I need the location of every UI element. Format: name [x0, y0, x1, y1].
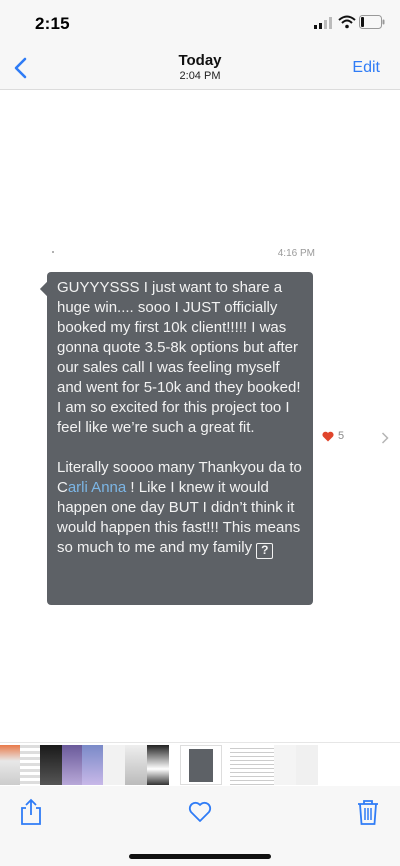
cell-signal-icon	[314, 17, 332, 29]
mention-link: arli Anna	[67, 479, 127, 496]
thumbnail[interactable]	[274, 745, 296, 785]
thumbnail[interactable]	[125, 745, 147, 785]
thumbnail[interactable]	[0, 745, 20, 785]
unsupported-emoji: ?	[256, 543, 274, 559]
thumbnail[interactable]	[103, 745, 125, 785]
home-indicator	[129, 854, 271, 859]
thumbnail[interactable]	[20, 745, 40, 785]
thumbnail-strip[interactable]	[0, 742, 400, 786]
reaction-heart-icon	[322, 431, 334, 441]
thumbnail[interactable]	[147, 745, 169, 785]
edit-button[interactable]: Edit	[352, 59, 380, 77]
thumbnail[interactable]	[296, 745, 318, 785]
thumbnail[interactable]	[82, 745, 103, 785]
reaction-count: 5	[338, 430, 345, 442]
chevron-right-icon	[381, 432, 389, 444]
message-timestamp: 4:16 PM	[277, 248, 315, 259]
avatar-dot	[52, 251, 54, 253]
heart-icon[interactable]	[187, 798, 213, 826]
thumbnail[interactable]	[40, 745, 62, 785]
wifi-icon	[338, 15, 356, 29]
nav-title: Today	[178, 52, 222, 69]
thumbnail[interactable]	[62, 745, 82, 785]
trash-icon[interactable]	[355, 798, 381, 826]
message-text: GUYYYSSS I just want to share a huge win…	[57, 278, 305, 559]
thumbnail-selected[interactable]	[180, 745, 222, 785]
message-paragraph-2: Literally soooo many Thankyou da to Carl…	[57, 458, 305, 559]
status-time: 2:15	[35, 14, 70, 33]
bottom-toolbar	[0, 786, 400, 866]
screenshot-image: 4:16 PM GUYYYSSS I just want to share a …	[0, 248, 400, 708]
bubble-tail	[39, 281, 55, 297]
status-bar: 2:15	[0, 0, 400, 46]
nav-subtitle: 2:04 PM	[179, 70, 221, 82]
battery-icon	[359, 15, 385, 29]
reaction: 5	[322, 430, 344, 442]
photo-view[interactable]: 4:16 PM GUYYYSSS I just want to share a …	[0, 90, 400, 742]
message-bubble: GUYYYSSS I just want to share a huge win…	[39, 272, 313, 605]
message-paragraph-1: GUYYYSSS I just want to share a huge win…	[57, 279, 301, 436]
share-icon[interactable]	[18, 798, 44, 826]
thumbnail[interactable]	[230, 745, 252, 785]
nav-bar: Today 2:04 PM Edit	[0, 46, 400, 90]
thumbnail[interactable]	[252, 745, 274, 785]
